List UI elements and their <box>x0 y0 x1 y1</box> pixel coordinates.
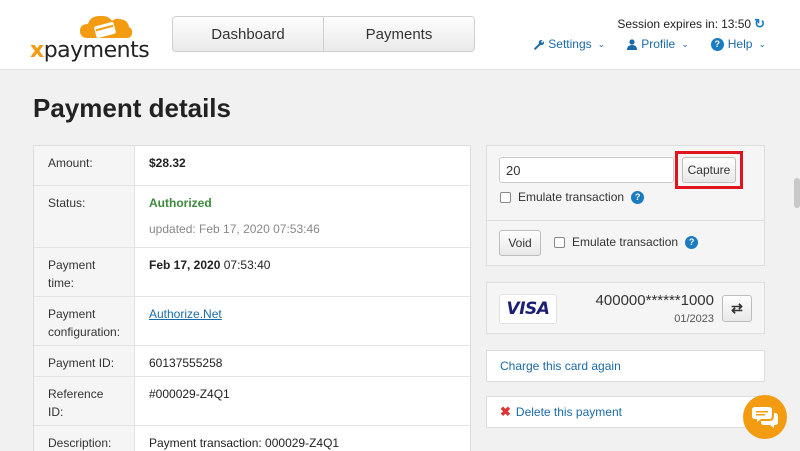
session-label: Session expires in: <box>617 17 719 31</box>
chevron-down-icon: ⌄ <box>597 38 606 49</box>
session-timer: Session expires in: 13:50 ↻ <box>617 16 765 32</box>
emulate-checkbox[interactable] <box>554 236 565 248</box>
delete-payment-link[interactable]: ✖ Delete this payment <box>486 396 765 428</box>
refresh-icon[interactable]: ↻ <box>754 16 765 32</box>
detail-row-amount: Amount: $28.32 <box>34 146 470 186</box>
scrollbar-thumb[interactable] <box>794 178 800 208</box>
settings-menu[interactable]: Settings ⌄ <box>533 37 605 51</box>
logo-wordmark: xpayments <box>30 38 150 63</box>
divider <box>487 220 764 221</box>
card-number: 400000******1000 <box>595 292 714 309</box>
detail-row-reference: Reference ID: #000029-Z4Q1 <box>34 377 470 426</box>
status-badge: Authorized <box>149 196 212 210</box>
question-circle-icon[interactable]: ? <box>631 190 645 204</box>
emulate-checkbox[interactable] <box>500 191 511 203</box>
emulate-label: Emulate transaction <box>518 190 625 204</box>
chat-button[interactable] <box>743 395 787 439</box>
chat-bubbles-icon <box>752 407 778 428</box>
chevron-down-icon: ⌄ <box>758 38 766 49</box>
amount-value: $28.32 <box>149 156 186 170</box>
id-value: 60137555258 <box>149 356 223 370</box>
session-time: 13:50 <box>721 17 752 31</box>
charge-again-label: Charge this card again <box>500 359 621 373</box>
card-expiry: 01/2023 <box>674 313 714 325</box>
ref-label: Reference ID: <box>34 377 135 425</box>
status-updated: updated: Feb 17, 2020 07:53:46 <box>149 222 320 236</box>
status-value: Authorized updated: Feb 17, 2020 07:53:4… <box>135 186 470 247</box>
desc-label: Description: <box>34 426 135 451</box>
time-label: Payment time: <box>34 248 135 296</box>
emulate-label: Emulate transaction <box>572 235 679 249</box>
page-title: Payment details <box>33 93 231 123</box>
detail-row-config: Payment configuration: Authorize.Net <box>34 297 470 346</box>
void-emulate-option[interactable]: Emulate transaction ? <box>554 235 699 249</box>
nav-dashboard[interactable]: Dashboard <box>173 17 323 51</box>
time-value: Feb 17, 2020 07:53:40 <box>149 258 271 272</box>
help-menu[interactable]: ? Help ⌄ <box>710 37 766 51</box>
payment-details-table: Amount: $28.32 Status: Authorized update… <box>33 145 471 451</box>
sync-icon: ⇄ <box>731 300 743 316</box>
detail-row-id: Payment ID: 60137555258 <box>34 346 470 377</box>
capture-amount-input[interactable] <box>499 157 674 183</box>
user-icon <box>627 38 638 50</box>
help-label: Help <box>727 37 753 51</box>
capture-emulate-option[interactable]: Emulate transaction ? <box>500 190 645 204</box>
detail-row-status: Status: Authorized updated: Feb 17, 2020… <box>34 186 470 248</box>
capture-button[interactable]: Capture <box>682 157 736 183</box>
card-panel: VISA 400000******1000 01/2023 ⇄ <box>486 282 765 334</box>
top-header: xpayments Dashboard Payments Session exp… <box>0 0 800 70</box>
id-label: Payment ID: <box>34 346 135 376</box>
detail-row-time: Payment time: Feb 17, 2020 07:53:40 <box>34 248 470 297</box>
chevron-down-icon: ⌄ <box>681 38 689 49</box>
delete-label: Delete this payment <box>515 405 622 419</box>
header-menus: Settings ⌄ Profile ⌄ ? Help ⌄ <box>533 37 766 51</box>
amount-label: Amount: <box>34 146 135 185</box>
desc-value: Payment transaction: 000029-Z4Q1 <box>149 436 340 450</box>
ref-value: #000029-Z4Q1 <box>149 387 230 401</box>
profile-label: Profile <box>641 37 676 51</box>
visa-logo: VISA <box>499 294 557 324</box>
settings-label: Settings <box>548 37 592 51</box>
status-label: Status: <box>34 186 135 247</box>
question-circle-icon: ? <box>710 37 724 51</box>
sync-card-button[interactable]: ⇄ <box>722 295 752 322</box>
detail-row-description: Description: Payment transaction: 000029… <box>34 426 470 451</box>
void-button[interactable]: Void <box>499 230 541 256</box>
config-label: Payment configuration: <box>34 297 135 345</box>
nav-payments[interactable]: Payments <box>323 17 474 51</box>
delete-x-icon: ✖ <box>500 404 511 419</box>
profile-menu[interactable]: Profile ⌄ <box>627 37 689 51</box>
capture-panel: Capture Emulate transaction ? Void Emula… <box>486 145 765 266</box>
config-value: Authorize.Net <box>135 297 470 345</box>
question-circle-icon[interactable]: ? <box>685 235 699 249</box>
capture-highlight: Capture <box>675 151 743 189</box>
wrench-icon <box>534 39 545 50</box>
xpayments-logo[interactable]: xpayments <box>30 12 150 63</box>
config-link[interactable]: Authorize.Net <box>149 307 222 321</box>
main-nav: Dashboard Payments <box>172 16 475 52</box>
charge-again-link[interactable]: Charge this card again <box>486 350 765 382</box>
